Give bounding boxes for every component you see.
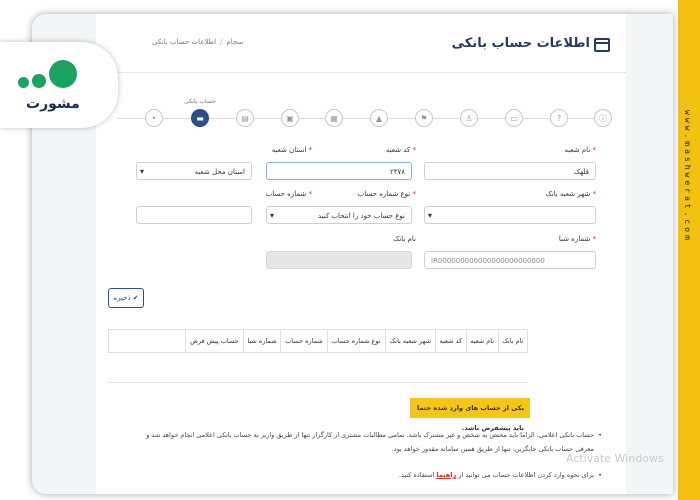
step-calendar-icon[interactable]: ▦ <box>325 109 343 127</box>
note-bullet-1: حساب بانکی اعلامی، الزاما باید مختص به ش… <box>134 428 602 456</box>
col-account-type[interactable]: نوع شماره حساب <box>326 329 386 353</box>
account-number-label: * شماره حساب <box>265 190 312 198</box>
sheba-label: * شماره شبا <box>558 235 596 243</box>
col-default-account[interactable]: حساب پیش فرض <box>185 329 244 353</box>
col-branch-name[interactable]: نام شعبه <box>465 329 499 353</box>
branch-city-select[interactable] <box>424 206 596 225</box>
steps-line <box>116 118 608 119</box>
bank-card-icon <box>594 38 610 52</box>
breadcrumb-sajam[interactable]: سجام <box>226 38 243 46</box>
col-actions <box>108 329 186 353</box>
default-account-notice: یکی از حساب های وارد شده حتما باید پیشفر… <box>410 398 530 432</box>
col-account-number[interactable]: شماره حساب <box>280 329 328 353</box>
account-number-input[interactable] <box>136 206 252 224</box>
browser-frame: اطلاعات حساب بانکی سجام / اطلاعات حساب ب… <box>32 14 673 494</box>
col-branch-code[interactable]: کد شعبه <box>434 329 467 353</box>
page-header: اطلاعات حساب بانکی سجام / اطلاعات حساب ب… <box>96 14 626 73</box>
brand-logo: مشورت <box>0 42 118 128</box>
accounts-table: نام بانک نام شعبه کد شعبه شهر شعبه بانک … <box>108 329 529 353</box>
step-bookmark-icon[interactable]: ⚑ <box>415 109 433 127</box>
table-header-row: نام بانک نام شعبه کد شعبه شهر شعبه بانک … <box>108 329 529 353</box>
page-title: اطلاعات حساب بانکی <box>451 36 590 51</box>
main-card: اطلاعات حساب بانکی سجام / اطلاعات حساب ب… <box>96 14 626 494</box>
step-briefcase-icon[interactable]: ▣ <box>281 109 299 127</box>
active-step-label: حساب بانکی <box>184 98 216 105</box>
help-link[interactable]: راهنما <box>436 471 456 479</box>
col-bank-name[interactable]: نام بانک <box>497 329 529 353</box>
step-more-icon[interactable]: • <box>145 109 163 127</box>
step-question-icon[interactable]: ? <box>550 109 568 127</box>
branch-name-label: * نام شعبه <box>564 146 596 154</box>
breadcrumb: سجام / اطلاعات حساب بانکی <box>152 38 243 46</box>
bank-name-label: نام بانک <box>393 235 416 243</box>
step-money-icon[interactable]: ▤ <box>236 109 254 127</box>
step-bank-card-icon[interactable]: ▬ <box>191 109 209 127</box>
bank-name-input <box>266 251 412 269</box>
save-button-label: ذخیره <box>113 294 131 302</box>
activate-windows-watermark: Activate Windows <box>566 452 664 465</box>
notes-divider <box>108 382 528 383</box>
branch-name-input[interactable]: قلهک <box>424 162 596 180</box>
account-type-label: * نوع شماره حساب <box>357 190 416 198</box>
site-url-vertical: www.mashwerat.com <box>683 110 692 243</box>
note-2-post: استفاده کنید. <box>398 471 435 479</box>
note-2-pre: برای نحوه وارد کردن اطلاعات حساب می توان… <box>458 471 594 479</box>
step-id-card-icon[interactable]: ▭ <box>505 109 523 127</box>
branch-city-label: * شهر شعبه بانک <box>545 190 596 198</box>
branch-province-select[interactable]: استان محل شعبه <box>136 162 252 181</box>
col-sheba[interactable]: شماره شبا <box>242 329 282 353</box>
branch-code-input[interactable]: ۲۴۷۸ <box>266 162 412 180</box>
note-bullet-2: برای نحوه وارد کردن اطلاعات حساب می توان… <box>134 468 602 482</box>
step-info-circle-icon[interactable]: ⓘ <box>594 109 612 127</box>
sheba-input[interactable]: IR000000000000000000000000 <box>424 251 596 269</box>
col-branch-city[interactable]: شهر شعبه بانک <box>384 329 436 353</box>
check-icon: ✔ <box>132 294 139 302</box>
yellow-edge <box>678 0 700 500</box>
step-person-icon[interactable]: ♙ <box>460 109 478 127</box>
branch-code-label: * کد شعبه <box>385 146 416 154</box>
logo-dots-icon <box>18 60 77 88</box>
breadcrumb-current: اطلاعات حساب بانکی <box>152 38 217 46</box>
branch-province-label: * استان شعبه <box>271 146 312 154</box>
step-graduation-cap-icon[interactable]: ▲ <box>370 109 388 127</box>
save-button[interactable]: ✔ ذخیره <box>108 288 144 308</box>
logo-text: مشورت <box>26 96 80 112</box>
breadcrumb-separator: / <box>220 38 223 46</box>
account-type-select[interactable]: نوع حساب خود را انتخاب کنید <box>266 206 412 225</box>
